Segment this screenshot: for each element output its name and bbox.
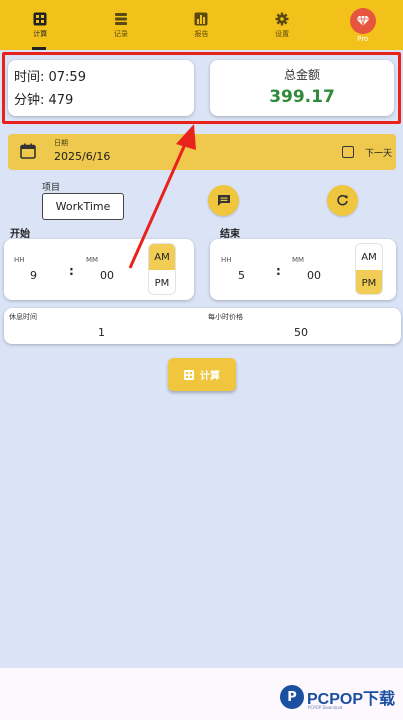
date-label: 日期 [54, 139, 68, 147]
watermark-logo: P [280, 685, 304, 709]
end-time-card: HH 5 : MM 00 AM PM [210, 239, 396, 300]
nav-item-report[interactable]: 报告 [161, 0, 242, 50]
calculator-icon [33, 12, 47, 25]
nav-label-records: 记录 [113, 29, 128, 38]
bar-chart-icon [194, 12, 208, 25]
end-hour-input[interactable]: 5 [238, 269, 245, 282]
calculate-button[interactable]: 计算 [168, 358, 236, 391]
nav-item-settings[interactable]: 设置 [242, 0, 323, 50]
end-hh-label: HH [221, 256, 232, 264]
next-day-checkbox[interactable] [342, 146, 354, 158]
start-minute-input[interactable]: 00 [100, 269, 114, 282]
nav-label-calculate: 计算 [33, 29, 48, 38]
next-day-label: 下一天 [365, 149, 393, 159]
top-navigation: 计算 记录 报告 设置 Pro [0, 0, 403, 50]
start-hh-label: HH [14, 256, 25, 264]
rest-time-input[interactable]: 1 [98, 326, 105, 339]
start-am-option[interactable]: AM [149, 244, 175, 270]
start-label: 开始 [10, 229, 30, 240]
hourly-rate-label: 每小时价格 [208, 313, 243, 321]
start-time-card: HH 9 : MM 00 AM PM [4, 239, 194, 300]
nav-label-pro: Pro [357, 34, 369, 43]
start-mm-label: MM [86, 256, 99, 264]
calendar-icon [20, 143, 36, 159]
end-colon: : [276, 264, 281, 278]
rest-rate-card: 休息时间 1 每小时价格 50 [4, 308, 401, 344]
project-label: 项目 [42, 183, 61, 193]
end-am-option[interactable]: AM [356, 244, 382, 270]
date-picker-bar[interactable]: 日期 2025/6/16 下一天 [8, 134, 396, 170]
end-pm-option[interactable]: PM [356, 270, 382, 294]
date-value[interactable]: 2025/6/16 [54, 150, 110, 163]
nav-item-records[interactable]: 记录 [81, 0, 162, 50]
end-ampm-toggle[interactable]: AM PM [355, 243, 383, 295]
comment-icon [217, 195, 230, 206]
calculate-label: 计算 [200, 371, 220, 382]
start-hour-input[interactable]: 9 [30, 269, 37, 282]
nav-label-settings: 设置 [275, 29, 290, 38]
end-label: 结束 [220, 229, 240, 240]
list-icon [114, 12, 127, 25]
hourly-rate-input[interactable]: 50 [294, 326, 308, 339]
end-mm-label: MM [292, 256, 305, 264]
project-select-button[interactable]: WorkTime [42, 193, 124, 220]
rest-time-label: 休息时间 [9, 313, 37, 321]
diamond-icon [356, 15, 370, 26]
calculator-icon [184, 369, 194, 380]
end-minute-input[interactable]: 00 [307, 269, 321, 282]
reset-button[interactable] [327, 185, 358, 216]
pro-badge [349, 7, 376, 34]
nav-item-pro[interactable]: Pro [322, 0, 403, 50]
nav-label-report: 报告 [194, 29, 209, 38]
start-colon: : [69, 264, 74, 278]
highlight-box [2, 52, 401, 124]
start-pm-option[interactable]: PM [149, 270, 175, 294]
gear-icon [275, 12, 289, 25]
nav-item-calculate[interactable]: 计算 [0, 0, 81, 50]
watermark-subtext: PCPOP Download [308, 705, 343, 710]
refresh-icon [337, 194, 348, 206]
note-button[interactable] [208, 185, 239, 216]
start-ampm-toggle[interactable]: AM PM [148, 243, 176, 295]
active-tab-indicator [32, 47, 46, 50]
